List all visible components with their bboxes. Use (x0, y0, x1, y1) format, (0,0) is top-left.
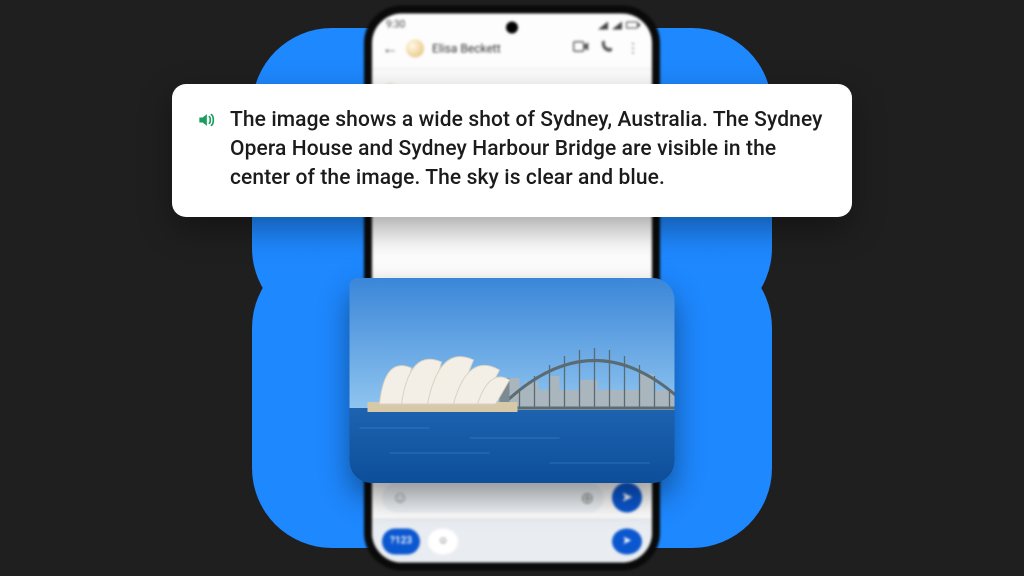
status-bar: 9:30 (372, 14, 652, 33)
status-icons (598, 21, 638, 29)
signal-icon (598, 21, 608, 29)
attach-icon[interactable]: ⊕ (581, 488, 594, 507)
numeric-key[interactable]: ?123 (382, 528, 420, 554)
chat-header: ← Elisa Beckett ⋮ (372, 33, 652, 70)
message-image[interactable] (350, 278, 675, 483)
send-button[interactable]: ➤ (612, 483, 642, 513)
battery-icon (626, 22, 638, 29)
image-description-text: The image shows a wide shot of Sydney, A… (230, 106, 826, 193)
bottom-area: ☺ ⊕ ➤ ?123 ☺ ➤ (372, 477, 652, 563)
image-description-card: The image shows a wide shot of Sydney, A… (172, 84, 852, 217)
message-input[interactable]: ☺ ⊕ (382, 483, 604, 513)
avatar[interactable] (406, 40, 424, 58)
keyboard-send-key[interactable]: ➤ (612, 528, 642, 554)
contact-name[interactable]: Elisa Beckett (432, 42, 564, 56)
keyboard-emoji-key[interactable]: ☺ (428, 528, 458, 554)
keyboard-suggestion-strip: ?123 ☺ ➤ (372, 519, 652, 563)
status-time: 9:30 (386, 20, 405, 31)
video-call-icon[interactable] (572, 41, 590, 57)
more-icon[interactable]: ⋮ (624, 41, 642, 56)
emoji-icon[interactable]: ☺ (392, 488, 408, 508)
back-icon[interactable]: ← (382, 39, 398, 59)
signal-icon (612, 21, 622, 29)
voice-call-icon[interactable] (598, 40, 616, 58)
speaker-icon[interactable] (196, 110, 216, 193)
